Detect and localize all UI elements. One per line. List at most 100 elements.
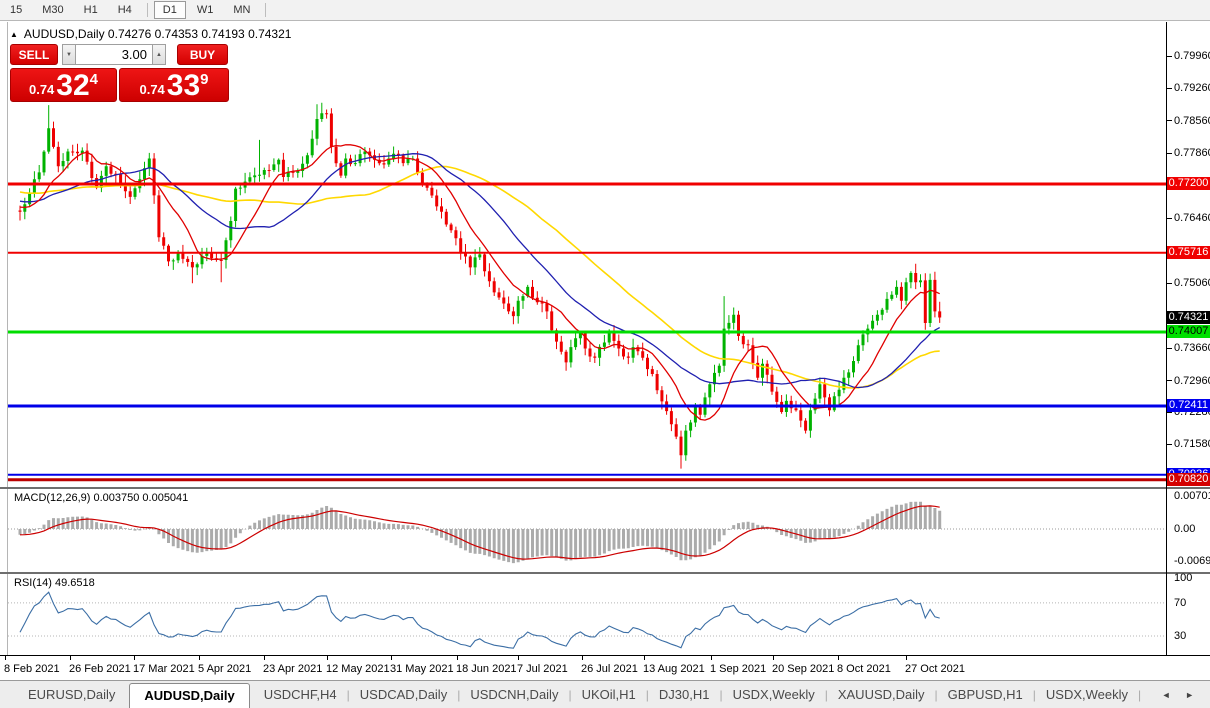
symbol-title: ▲ AUDUSD,Daily 0.74276 0.74353 0.74193 0… bbox=[10, 27, 291, 41]
timeframe-button-h4[interactable]: H4 bbox=[109, 1, 141, 19]
time-tick bbox=[644, 656, 645, 660]
volume-increase-icon[interactable]: ▲ bbox=[152, 44, 166, 65]
time-tick bbox=[70, 656, 71, 660]
timeframe-toolbar: 15 M30 H1 H4 D1 W1 MN bbox=[0, 0, 1210, 21]
chart-window: 0.79960 0.79260 0.78560 0.77860 0.76460 0.750… bbox=[0, 22, 1210, 679]
time-tick-label: 17 Mar 2021 bbox=[133, 663, 195, 675]
up-candle-bodies bbox=[23, 113, 932, 456]
ma-mid-blue bbox=[19, 153, 941, 389]
buy-price-button[interactable]: 0.74 33 9 bbox=[119, 68, 229, 102]
collapse-arrow-icon[interactable]: ▲ bbox=[10, 30, 18, 39]
sell-price-prefix: 0.74 bbox=[28, 82, 55, 97]
price-tick-label: 0.79260 bbox=[1174, 82, 1210, 94]
one-click-trade-widget: SELL ▼ 3.00 ▲ BUY 0.74 32 4 0.74 33 9 bbox=[10, 44, 229, 102]
chart-tab-audusd-daily[interactable]: AUDUSD,Daily bbox=[129, 682, 250, 708]
price-tick bbox=[1167, 283, 1172, 284]
chart-tab-dj30-h1[interactable]: DJ30,H1 bbox=[649, 683, 720, 706]
price-tick-label: 0.76460 bbox=[1174, 212, 1210, 224]
price-tick bbox=[1167, 348, 1172, 349]
time-tick bbox=[518, 656, 519, 660]
price-badge-0.72411: 0.72411 bbox=[1167, 399, 1210, 412]
time-tick bbox=[711, 656, 712, 660]
tab-separator: | bbox=[1138, 687, 1142, 702]
timeframe-button-m30[interactable]: M30 bbox=[33, 1, 72, 19]
timeframe-button-h1[interactable]: H1 bbox=[75, 1, 107, 19]
price-tick bbox=[1167, 412, 1172, 413]
price-badge-0.74321: 0.74321 bbox=[1167, 311, 1210, 324]
chart-tab-usdcnh-daily[interactable]: USDCNH,Daily bbox=[460, 683, 568, 706]
rsi-indicator-chart[interactable] bbox=[8, 573, 1166, 655]
price-tick-label: 0.78560 bbox=[1174, 115, 1210, 127]
time-tick bbox=[5, 656, 6, 660]
rsi-line bbox=[19, 591, 940, 649]
price-tick-label: 0.77860 bbox=[1174, 147, 1210, 159]
chart-tab-eurusd-daily[interactable]: EURUSD,Daily bbox=[18, 683, 125, 706]
time-tick-label: 8 Oct 2021 bbox=[837, 663, 891, 675]
timeframe-button-15[interactable]: 15 bbox=[1, 1, 31, 19]
time-tick bbox=[264, 656, 265, 660]
rsi-panel-divider[interactable] bbox=[0, 572, 1210, 574]
time-axis: 8 Feb 2021 26 Feb 2021 17 Mar 2021 5 Apr 20… bbox=[0, 656, 1210, 679]
time-tick-label: 31 May 2021 bbox=[390, 663, 454, 675]
time-tick-label: 26 Feb 2021 bbox=[69, 663, 131, 675]
price-badge-0.70820: 0.70820 bbox=[1167, 473, 1210, 486]
price-tick bbox=[1167, 218, 1172, 219]
price-axis bbox=[1166, 22, 1167, 656]
time-tick bbox=[391, 656, 392, 660]
time-tick-label: 27 Oct 2021 bbox=[905, 663, 965, 675]
sell-button[interactable]: SELL bbox=[10, 44, 58, 65]
time-tick bbox=[838, 656, 839, 660]
time-tick-label: 26 Jul 2021 bbox=[581, 663, 638, 675]
rsi-axis-label: 100 bbox=[1174, 572, 1193, 584]
price-tick bbox=[1167, 380, 1172, 381]
chart-tab-usdchf-h4[interactable]: USDCHF,H4 bbox=[254, 683, 347, 706]
rsi-axis-label: 70 bbox=[1174, 597, 1187, 609]
toolbar-separator bbox=[146, 3, 148, 17]
time-tick bbox=[773, 656, 774, 660]
time-tick bbox=[457, 656, 458, 660]
time-tick bbox=[199, 656, 200, 660]
volume-input[interactable]: 3.00 bbox=[76, 44, 152, 65]
down-candle-bodies bbox=[18, 113, 942, 456]
price-tick bbox=[1167, 120, 1172, 121]
time-tick bbox=[134, 656, 135, 660]
time-tick bbox=[906, 656, 907, 660]
buy-button[interactable]: BUY bbox=[177, 44, 228, 65]
macd-histogram bbox=[18, 501, 942, 564]
price-tick-label: 0.72960 bbox=[1174, 375, 1210, 387]
price-tick bbox=[1167, 444, 1172, 445]
time-tick-label: 12 May 2021 bbox=[326, 663, 390, 675]
timeframe-button-d1[interactable]: D1 bbox=[153, 1, 186, 19]
time-tick-label: 23 Apr 2021 bbox=[263, 663, 323, 675]
tab-scroll-arrows[interactable]: ◄ ► bbox=[1162, 690, 1200, 700]
buy-price-big: 33 bbox=[166, 69, 201, 102]
macd-axis-label: 0.007015 bbox=[1174, 490, 1210, 502]
price-badge-0.77200: 0.77200 bbox=[1167, 177, 1210, 190]
mt4-window: 15 M30 H1 H4 D1 W1 MN 0.79960 0.79260 0.78560 0.7… bbox=[0, 0, 1210, 708]
macd-axis-label: 0.00 bbox=[1174, 523, 1196, 535]
timeframe-button-mn[interactable]: MN bbox=[224, 1, 259, 19]
buy-price-sup: 9 bbox=[200, 71, 209, 88]
chart-tab-ukoil-h1[interactable]: UKOil,H1 bbox=[572, 683, 646, 706]
chart-tab-gbpusd-h1[interactable]: GBPUSD,H1 bbox=[938, 683, 1033, 706]
timeframe-button-w1[interactable]: W1 bbox=[188, 1, 223, 19]
volume-decrease-icon[interactable]: ▼ bbox=[62, 44, 76, 65]
chart-tab-usdx-weekly[interactable]: USDX,Weekly bbox=[1036, 683, 1138, 706]
time-tick bbox=[582, 656, 583, 660]
macd-panel-divider[interactable] bbox=[0, 487, 1210, 489]
macd-axis-label: -0.006923 bbox=[1174, 555, 1210, 567]
time-tick-label: 20 Sep 2021 bbox=[772, 663, 835, 675]
time-tick-label: 7 Jul 2021 bbox=[517, 663, 568, 675]
chart-tab-usdx-weekly[interactable]: USDX,Weekly bbox=[723, 683, 825, 706]
chart-tab-bar: EURUSD,Daily AUDUSD,Daily USDCHF,H4 | USDCAD… bbox=[0, 680, 1210, 708]
sell-price-button[interactable]: 0.74 32 4 bbox=[10, 68, 117, 102]
time-tick-label: 18 Jun 2021 bbox=[456, 663, 517, 675]
sell-price-sup: 4 bbox=[89, 71, 99, 88]
chart-tab-xauusd-daily[interactable]: XAUUSD,Daily bbox=[828, 683, 935, 706]
chart-tab-usdcad-daily[interactable]: USDCAD,Daily bbox=[350, 683, 457, 706]
toolbar-separator bbox=[265, 3, 267, 17]
price-tick-label: 0.71580 bbox=[1174, 438, 1210, 450]
sell-price-big: 32 bbox=[56, 69, 90, 102]
rsi-axis-label: 30 bbox=[1174, 630, 1187, 642]
price-badge-0.74007: 0.74007 bbox=[1167, 325, 1210, 338]
